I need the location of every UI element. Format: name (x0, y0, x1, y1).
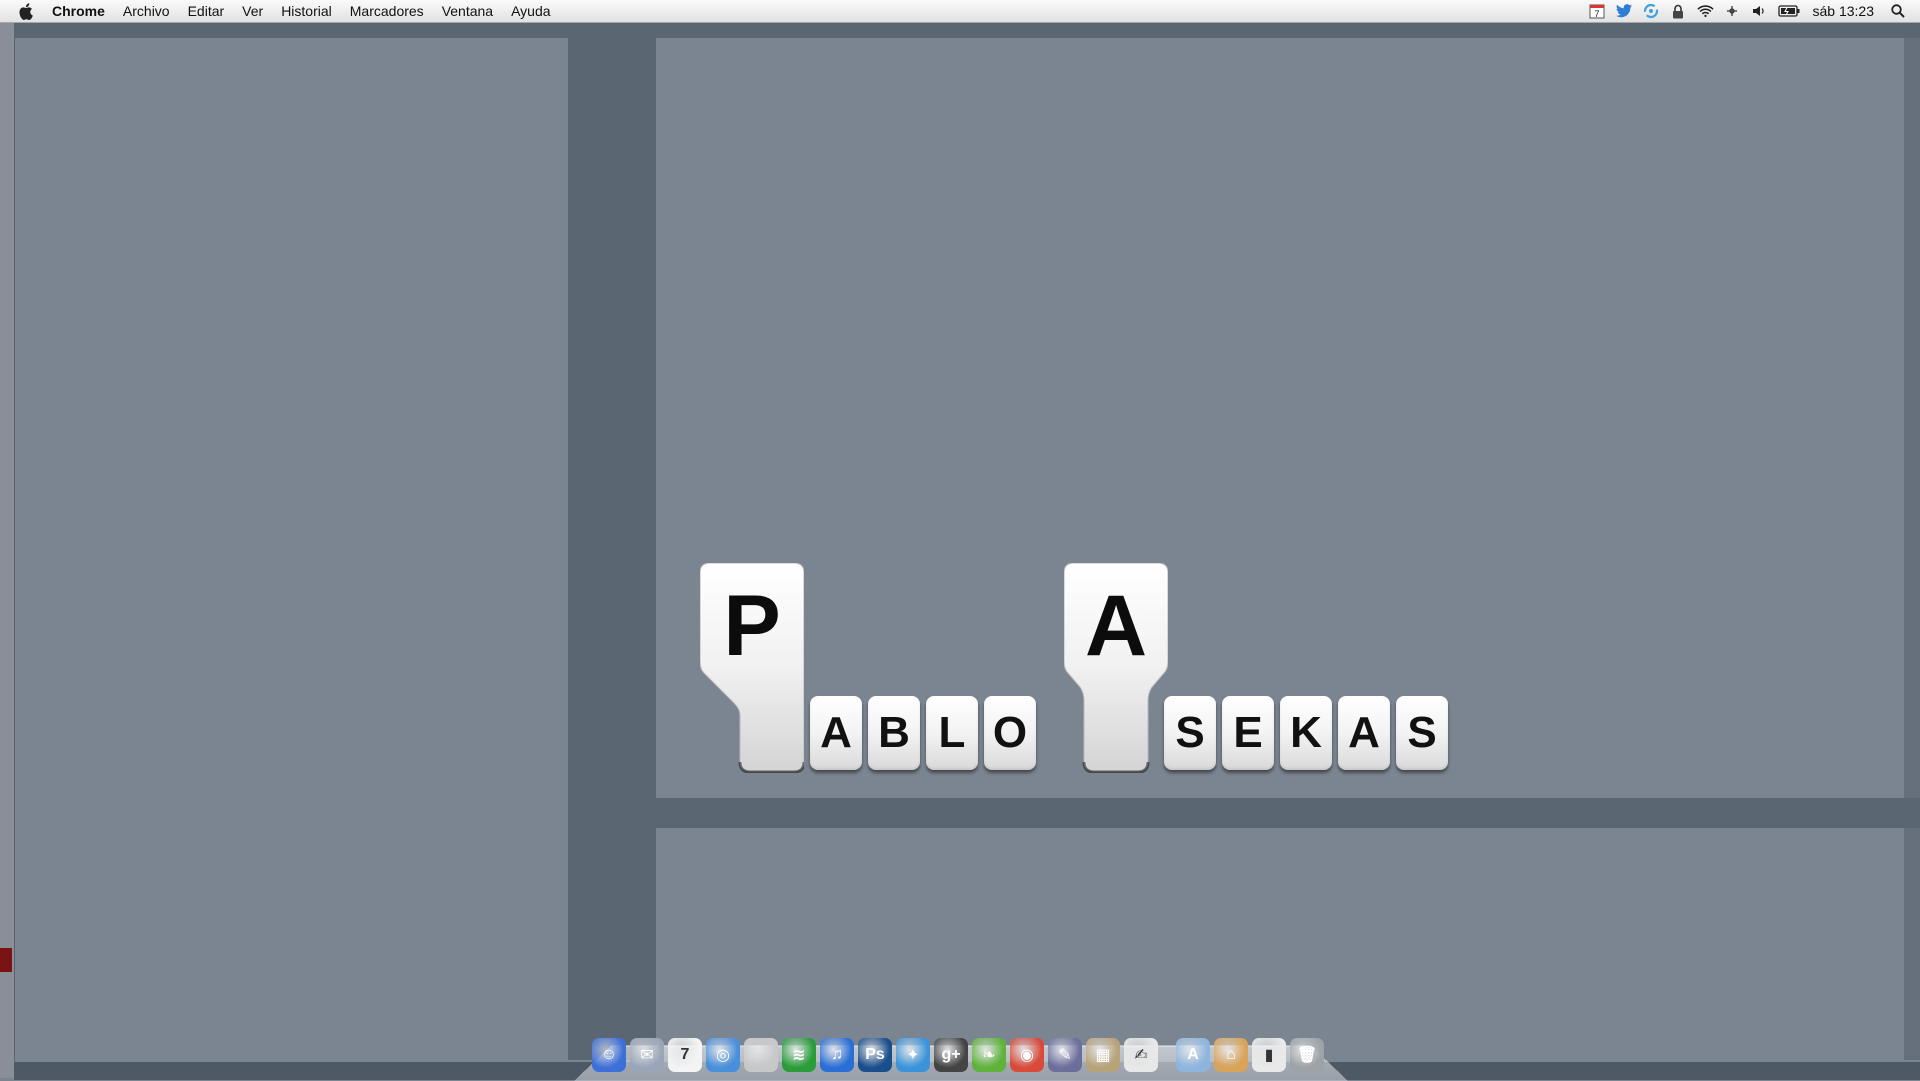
preview-icon[interactable]: ▦ (1086, 1038, 1120, 1072)
logo-tile: A (810, 696, 862, 770)
finder-icon[interactable]: ☺ (592, 1038, 626, 1072)
logo-tile: O (984, 696, 1036, 770)
photoshop-icon[interactable]: Ps (858, 1038, 892, 1072)
left-window-edge (0, 23, 15, 1078)
lower-pane (656, 828, 1904, 1060)
applications-folder-icon[interactable]: A (1176, 1038, 1210, 1072)
itunes-icon[interactable]: ♫ (820, 1038, 854, 1072)
logo-tile: K (1280, 696, 1332, 770)
twitter-icon[interactable] (1616, 3, 1633, 19)
apple-menu-icon[interactable] (18, 2, 36, 20)
pane-right-edge (1904, 38, 1920, 1060)
textedit-icon[interactable]: ✍ (1124, 1038, 1158, 1072)
trash-icon[interactable]: 🗑 (1290, 1038, 1324, 1072)
menu-bar: Chrome Archivo Editar Ver Historial Marc… (0, 0, 1920, 23)
menu-app-name[interactable]: Chrome (52, 0, 114, 22)
lock-icon[interactable] (1670, 3, 1687, 19)
battery-icon[interactable] (1778, 3, 1800, 19)
menu-archivo[interactable]: Archivo (114, 0, 179, 22)
logo-tile: S (1164, 696, 1216, 770)
spotlight-search-icon[interactable] (1889, 3, 1906, 19)
menu-historial[interactable]: Historial (272, 0, 341, 22)
calendar-day: 7 (1594, 9, 1599, 19)
menu-clock[interactable]: sáb 13:23 (1813, 3, 1875, 19)
safari-icon[interactable]: ◎ (706, 1038, 740, 1072)
status-area: 7 sáb 13:23 (1584, 0, 1920, 22)
mail-icon[interactable]: ✉ (630, 1038, 664, 1072)
main-pane (656, 38, 1904, 798)
chrome-icon[interactable]: ◉ (1010, 1038, 1044, 1072)
logo-tile: S (1396, 696, 1448, 770)
menu-editar[interactable]: Editar (179, 0, 234, 22)
volume-icon[interactable] (1751, 3, 1768, 19)
top-border-strip (14, 23, 1920, 38)
logo-letter: P (700, 577, 804, 676)
logo-tile-first-initial: P (700, 563, 804, 773)
logo-tile: L (926, 696, 978, 770)
logo-tile-last-initial: A (1064, 563, 1168, 773)
logo-tile: A (1338, 696, 1390, 770)
quill-icon[interactable]: ✎ (1048, 1038, 1082, 1072)
menu-marcadores[interactable]: Marcadores (341, 0, 433, 22)
vertical-divider (568, 23, 656, 1060)
horizontal-divider (656, 798, 1920, 828)
domino-icon[interactable]: ▮ (1252, 1038, 1286, 1072)
apple-icon[interactable] (744, 1038, 778, 1072)
logo-tile: B (868, 696, 920, 770)
spotify-icon[interactable]: ≋ (782, 1038, 816, 1072)
sync-icon[interactable] (1643, 3, 1660, 19)
menu-ayuda[interactable]: Ayuda (502, 0, 559, 22)
google-plus-icon[interactable]: g+ (934, 1038, 968, 1072)
menu-ver[interactable]: Ver (233, 0, 272, 22)
bluetooth-icon[interactable] (1724, 3, 1741, 19)
logo-letter: A (1064, 577, 1168, 676)
menu-ventana[interactable]: Ventana (433, 0, 502, 22)
home-icon[interactable]: ⌂ (1214, 1038, 1248, 1072)
window-edge-mark (0, 948, 12, 972)
logo-tile: E (1222, 696, 1274, 770)
calendar-icon[interactable]: 7 (1589, 3, 1606, 19)
twitter-icon[interactable]: ✦ (896, 1038, 930, 1072)
dock: ☺✉7◎ ≋♫Ps✦g+❧◉✎▦✍ A⌂▮🗑 (590, 1028, 1326, 1072)
calendar-icon[interactable]: 7 (668, 1038, 702, 1072)
wifi-icon[interactable] (1697, 3, 1714, 19)
leaf-icon[interactable]: ❧ (972, 1038, 1006, 1072)
